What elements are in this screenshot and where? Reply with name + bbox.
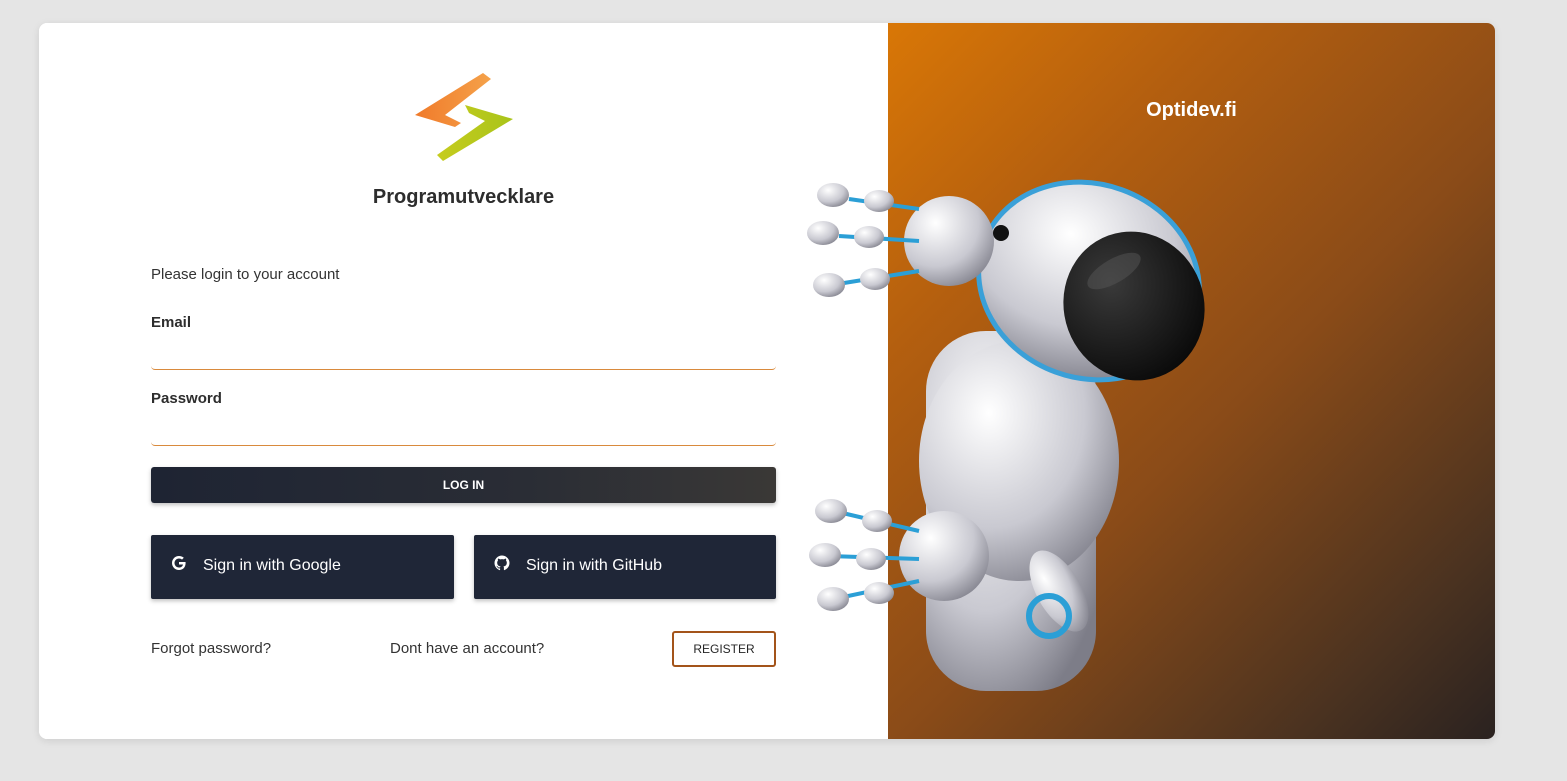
- github-icon: [494, 555, 510, 571]
- password-field[interactable]: [151, 416, 776, 446]
- login-subtitle: Please login to your account: [151, 266, 340, 283]
- no-account-text: Dont have an account?: [390, 640, 545, 657]
- email-label: Email: [151, 314, 192, 331]
- google-icon: [172, 556, 186, 570]
- brand-name: Programutvecklare: [372, 186, 555, 208]
- register-button[interactable]: REGISTER: [672, 631, 776, 667]
- login-button[interactable]: LOG IN: [151, 467, 776, 503]
- github-signin-button[interactable]: Sign in with GitHub: [474, 535, 776, 599]
- password-label: Password: [151, 390, 222, 407]
- google-signin-button[interactable]: Sign in with Google: [151, 535, 454, 599]
- forgot-password-link[interactable]: Forgot password?: [151, 640, 271, 657]
- google-signin-label: Sign in with Google: [203, 557, 341, 574]
- github-signin-label: Sign in with GitHub: [526, 557, 663, 574]
- login-pane: Programutvecklare Please login to your a…: [39, 23, 888, 739]
- robot-mascot-icon: [807, 179, 1205, 691]
- email-field[interactable]: [151, 340, 776, 370]
- hero-title: Optidev.fi: [1146, 99, 1237, 121]
- brand-logo-icon: [415, 73, 513, 161]
- login-card: Programutvecklare Please login to your a…: [39, 23, 1495, 739]
